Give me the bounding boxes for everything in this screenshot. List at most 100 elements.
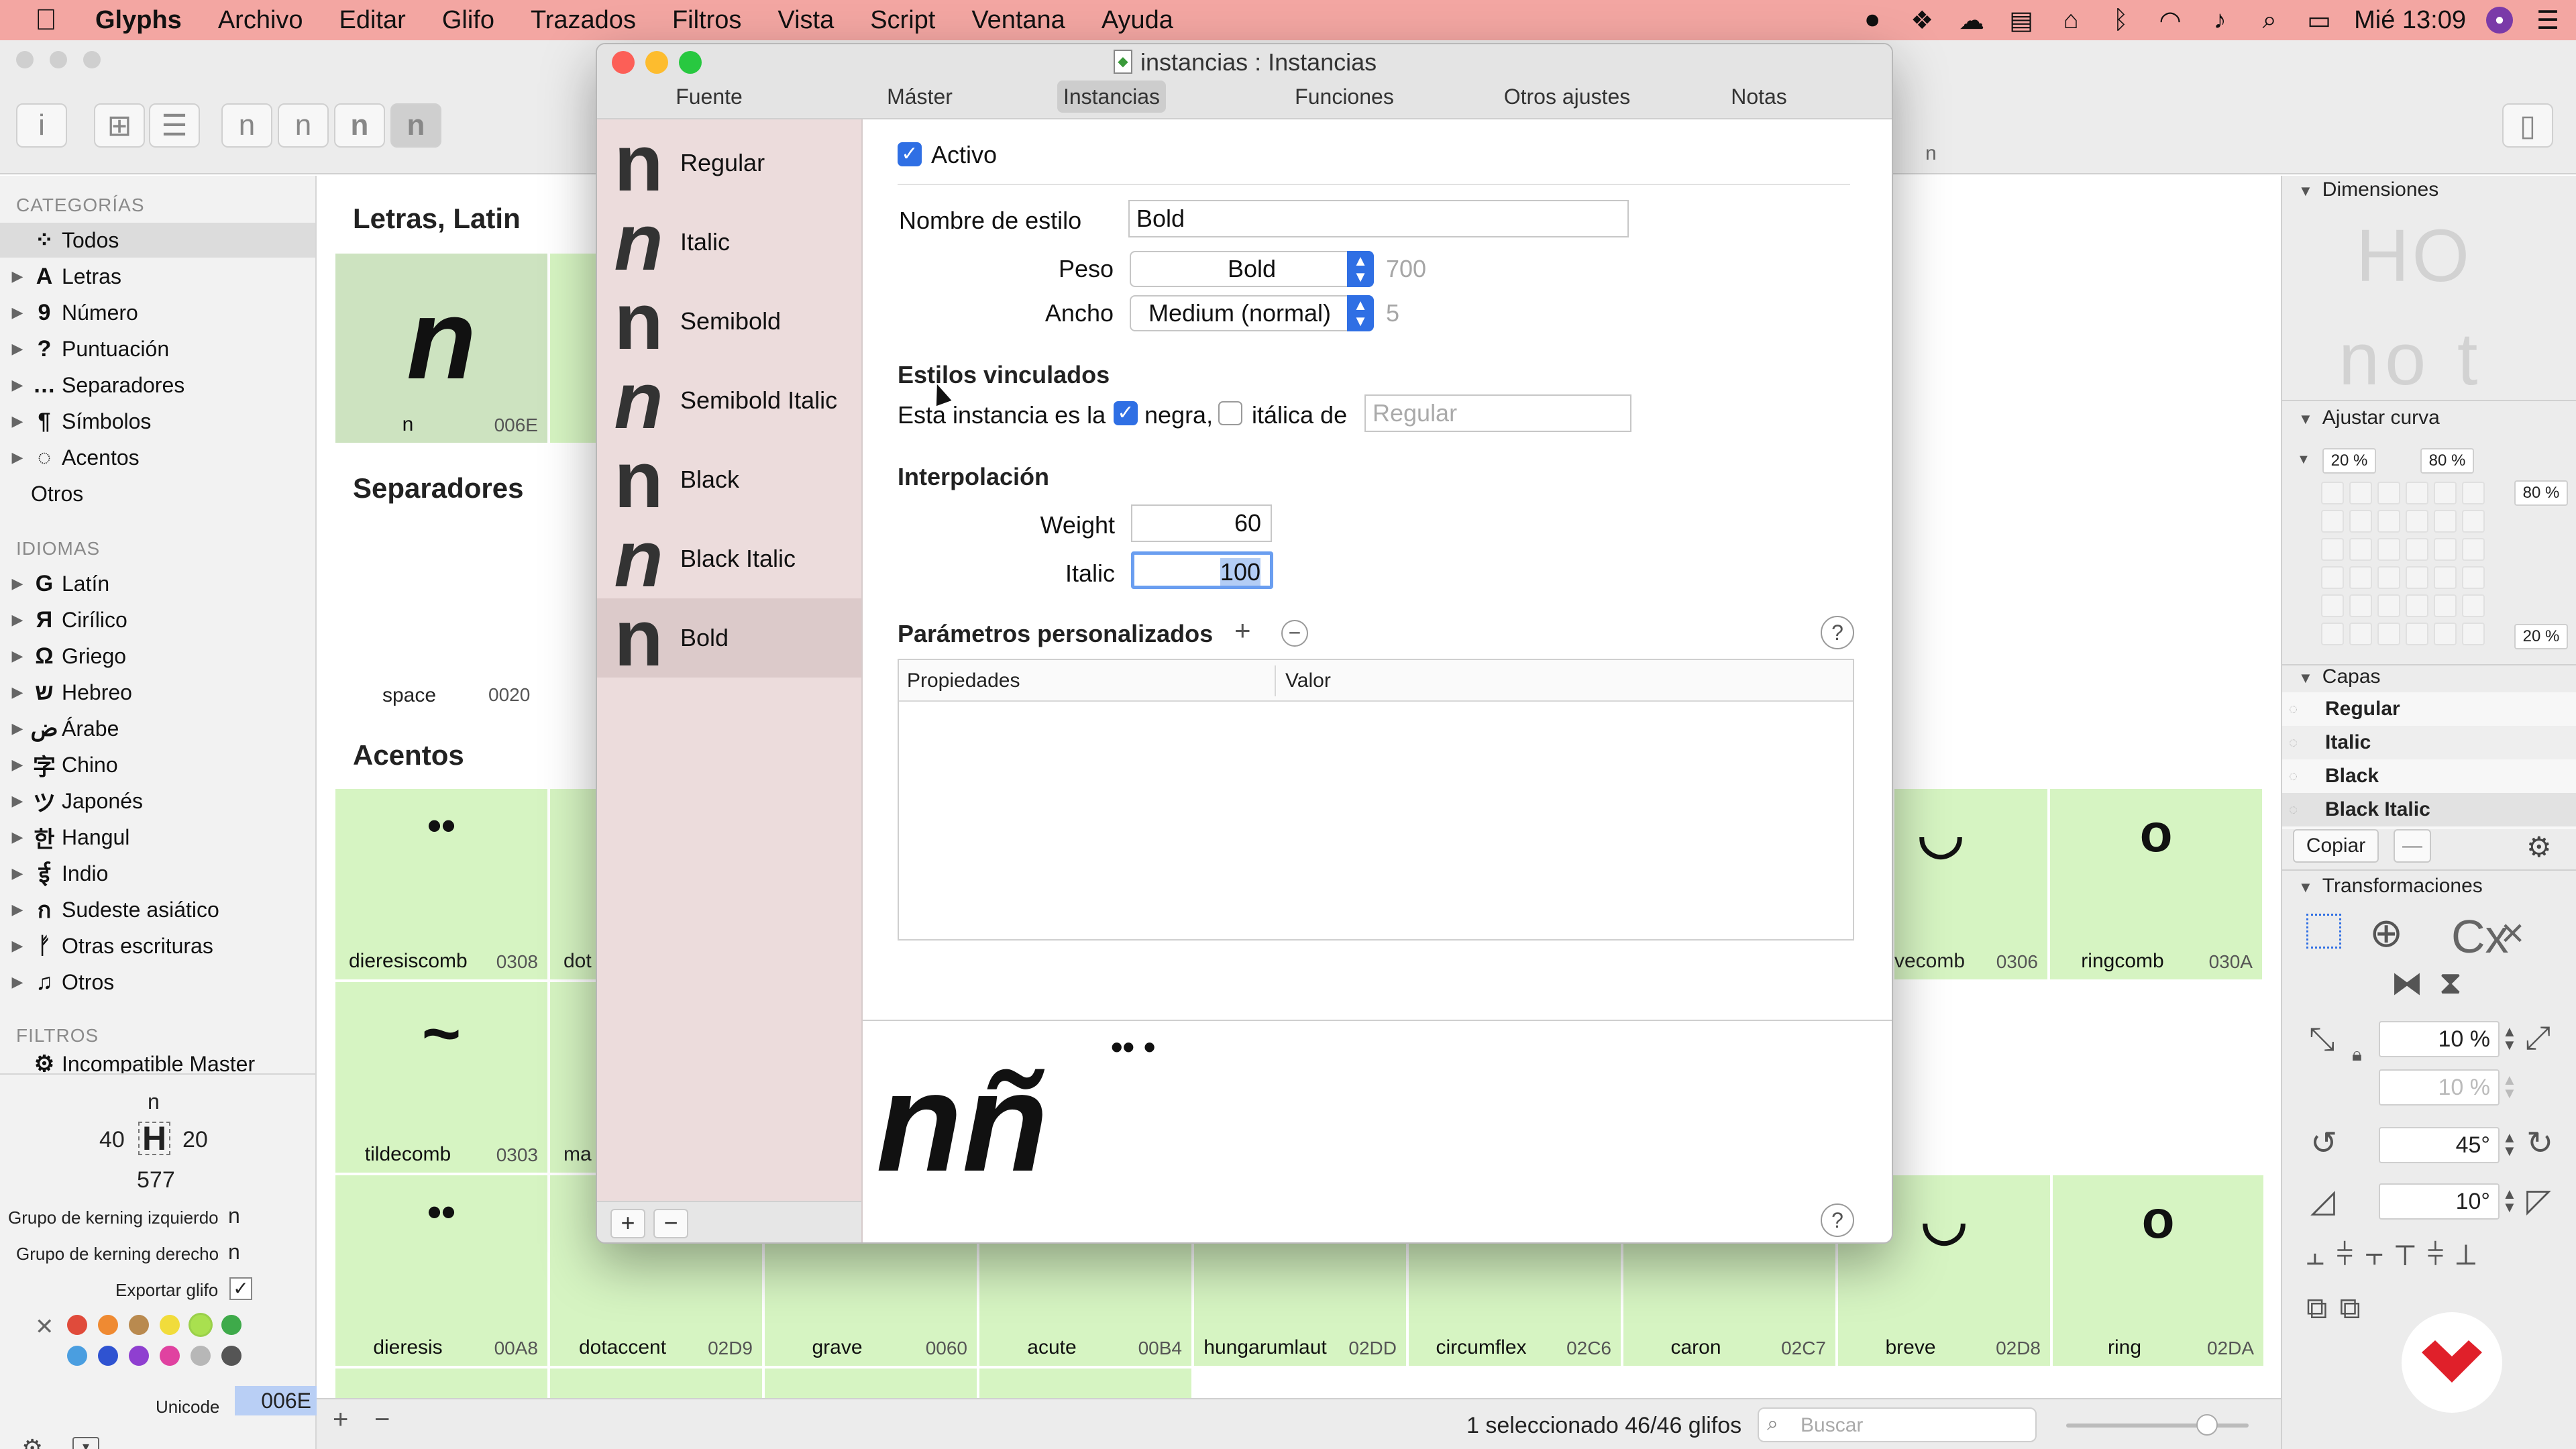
layers-gear-icon[interactable]: ⚙ <box>2526 830 2552 863</box>
tab-otros-ajustes[interactable]: Otros ajustes <box>1473 80 1661 113</box>
curve-grid-cell[interactable] <box>2434 510 2457 533</box>
instance-item-black[interactable]: n Black <box>597 439 861 520</box>
menu-script[interactable]: Script <box>852 6 953 35</box>
wifi-icon[interactable]: ◠ <box>2155 7 2185 35</box>
disclosure-triangle-icon[interactable]: ▶ <box>8 376 27 394</box>
curve-grid-cell[interactable] <box>2321 510 2344 533</box>
tab-funciones[interactable]: Funciones <box>1264 80 1425 113</box>
curve-grid-cell[interactable] <box>2406 538 2428 561</box>
add-glyph-icon[interactable]: + <box>333 1405 348 1435</box>
record-icon[interactable]: ⏺ <box>1858 6 1887 34</box>
scale-y-field[interactable]: 10 % <box>2379 1069 2500 1106</box>
curve-grid-cell[interactable] <box>2349 566 2372 589</box>
slant-right-icon[interactable]: ◸ <box>2526 1182 2551 1220</box>
menu-filtros[interactable]: Filtros <box>654 6 759 35</box>
advance-width[interactable]: 577 <box>137 1167 175 1193</box>
curve-grid-cell[interactable] <box>2349 594 2372 617</box>
multiply-icon[interactable]: × <box>2501 910 2524 956</box>
color-swatch[interactable] <box>67 1346 87 1366</box>
disclosure-triangle-icon[interactable]: ▶ <box>8 937 27 955</box>
instance-item-semibold-italic[interactable]: n Semibold Italic <box>597 360 861 441</box>
tab-master[interactable]: Máster <box>869 80 970 113</box>
layer-item[interactable]: ◌ Black Italic <box>2282 793 2576 826</box>
sidebar-item-letras[interactable]: ▶ A Letras <box>0 259 315 294</box>
menubar-clock[interactable]: Mié 13:09 <box>2354 6 2466 35</box>
disclosure-triangle-icon[interactable]: ▶ <box>8 647 27 665</box>
curve-grid-cell[interactable] <box>2434 482 2457 504</box>
window-minimize-disabled[interactable] <box>50 51 67 68</box>
sidebar-item-japones[interactable]: ▶ ツ Japonés <box>0 784 315 818</box>
dialog-minimize-button[interactable] <box>645 51 668 74</box>
bluetooth-icon[interactable]: ᛒ <box>2106 6 2135 34</box>
color-swatch[interactable] <box>221 1315 241 1335</box>
apple-menu-icon[interactable]:  <box>0 3 77 37</box>
remove-instance-button[interactable]: − <box>653 1209 688 1238</box>
gear-icon[interactable]: ⚙ <box>21 1434 43 1449</box>
col-propiedades[interactable]: Propiedades <box>907 669 1020 692</box>
volume-icon[interactable]: ♪ <box>2205 6 2235 34</box>
action-menu-icon[interactable]: ▾ <box>72 1437 99 1449</box>
glyph-cell-ringcomb[interactable]: o ringcomb 030A <box>2049 788 2263 981</box>
width-select[interactable]: Medium (normal) ▲ ▼ <box>1130 295 1374 331</box>
instance-item-bold[interactable]: n Bold <box>597 598 861 678</box>
curve-grid-cell[interactable] <box>2377 623 2400 645</box>
add-instance-button[interactable]: + <box>610 1209 645 1238</box>
disclosure-triangle-icon[interactable]: ▶ <box>8 973 27 991</box>
remove-layer-button[interactable]: — <box>2394 829 2431 863</box>
curve-grid-cell[interactable] <box>2462 566 2485 589</box>
curve-top-left-field[interactable]: 20 % <box>2322 448 2376 474</box>
tab-fuente[interactable]: Fuente <box>659 80 759 113</box>
glyph-cell-dieresis[interactable]: •• dieresis 00A8 <box>334 1174 549 1367</box>
remove-parameter-icon[interactable]: − <box>1281 620 1308 647</box>
curve-grid-cell[interactable] <box>2406 482 2428 504</box>
layer-item[interactable]: ◌ Regular <box>2282 692 2576 726</box>
linked-style-input[interactable]: Regular <box>1364 394 1631 432</box>
curve-grid-cell[interactable] <box>2321 566 2344 589</box>
copy-layer-button[interactable]: Copiar <box>2293 829 2379 863</box>
curve-grid-cell[interactable] <box>2462 538 2485 561</box>
sidebar-item-numero[interactable]: ▶ 9 Número <box>0 295 315 330</box>
italic-link-checkbox[interactable] <box>1218 401 1242 425</box>
right-sidebearing[interactable]: 20 <box>182 1127 208 1153</box>
align-icons-row[interactable]: ⫠⫩⫟⊤⫩⊥ <box>2306 1238 2488 1272</box>
search-icon[interactable]: ⌕ <box>2255 6 2284 34</box>
curve-grid-cell[interactable] <box>2406 566 2428 589</box>
instance-item-regular[interactable]: n Regular <box>597 123 861 203</box>
curve-grid-cell[interactable] <box>2462 594 2485 617</box>
zoom-slider-knob[interactable] <box>2196 1414 2218 1436</box>
sidebar-item-otros-idiomas[interactable]: ▶ ♫ Otros <box>0 965 315 1000</box>
sidebar-item-filter[interactable]: ⚙ Incompatible Master <box>0 1055 315 1073</box>
menu-ayuda[interactable]: Ayuda <box>1083 6 1191 35</box>
style-name-input[interactable]: Bold <box>1128 200 1629 237</box>
disclosure-triangle-icon[interactable]: ▶ <box>8 575 27 592</box>
instance-item-italic[interactable]: n Italic <box>597 202 861 282</box>
scale-x-field[interactable]: 10 % <box>2379 1021 2500 1057</box>
disclosure-triangle-icon[interactable]: ▶ <box>8 611 27 629</box>
scale-y-stepper[interactable]: ▲ ▼ <box>2502 1073 2517 1101</box>
rotate-field[interactable]: 45° <box>2379 1127 2500 1163</box>
left-kerning-value[interactable]: n <box>228 1203 240 1228</box>
cx-metrics-icon[interactable]: Cx <box>2451 910 2509 963</box>
curve-grid-cell[interactable] <box>2462 482 2485 504</box>
curve-grid-cell[interactable] <box>2377 566 2400 589</box>
curve-grid-cell[interactable] <box>2377 594 2400 617</box>
color-swatch[interactable] <box>129 1346 149 1366</box>
disclosure-triangle-icon[interactable]: ▶ <box>8 792 27 810</box>
color-swatch[interactable] <box>129 1315 149 1335</box>
curve-grid-cell[interactable] <box>2321 594 2344 617</box>
glyph-cell-macroncomb[interactable]: ma <box>549 981 597 1174</box>
window-close-disabled[interactable] <box>16 51 34 68</box>
boolean-ops-icons[interactable]: ⧉⧉ <box>2306 1292 2373 1326</box>
glyph-cell-dieresiscomb[interactable]: •• dieresiscomb 0308 <box>334 788 549 981</box>
unicode-field[interactable]: 006E <box>235 1386 317 1415</box>
menu-app-name[interactable]: Glyphs <box>77 6 200 35</box>
right-kerning-value[interactable]: n <box>228 1240 240 1265</box>
color-swatch[interactable] <box>98 1315 118 1335</box>
glyph-cell-dotcomb[interactable]: dot <box>549 788 597 981</box>
glyph-cell-ring[interactable]: o ring 02DA <box>2051 1174 2265 1367</box>
sidebar-item-otros[interactable]: Otros <box>0 476 315 511</box>
layers-heading[interactable]: ▼ Capas <box>2298 665 2381 688</box>
curve-grid-cell[interactable] <box>2406 510 2428 533</box>
menu-vista[interactable]: Vista <box>759 6 852 35</box>
curve-grid-cell[interactable] <box>2377 510 2400 533</box>
